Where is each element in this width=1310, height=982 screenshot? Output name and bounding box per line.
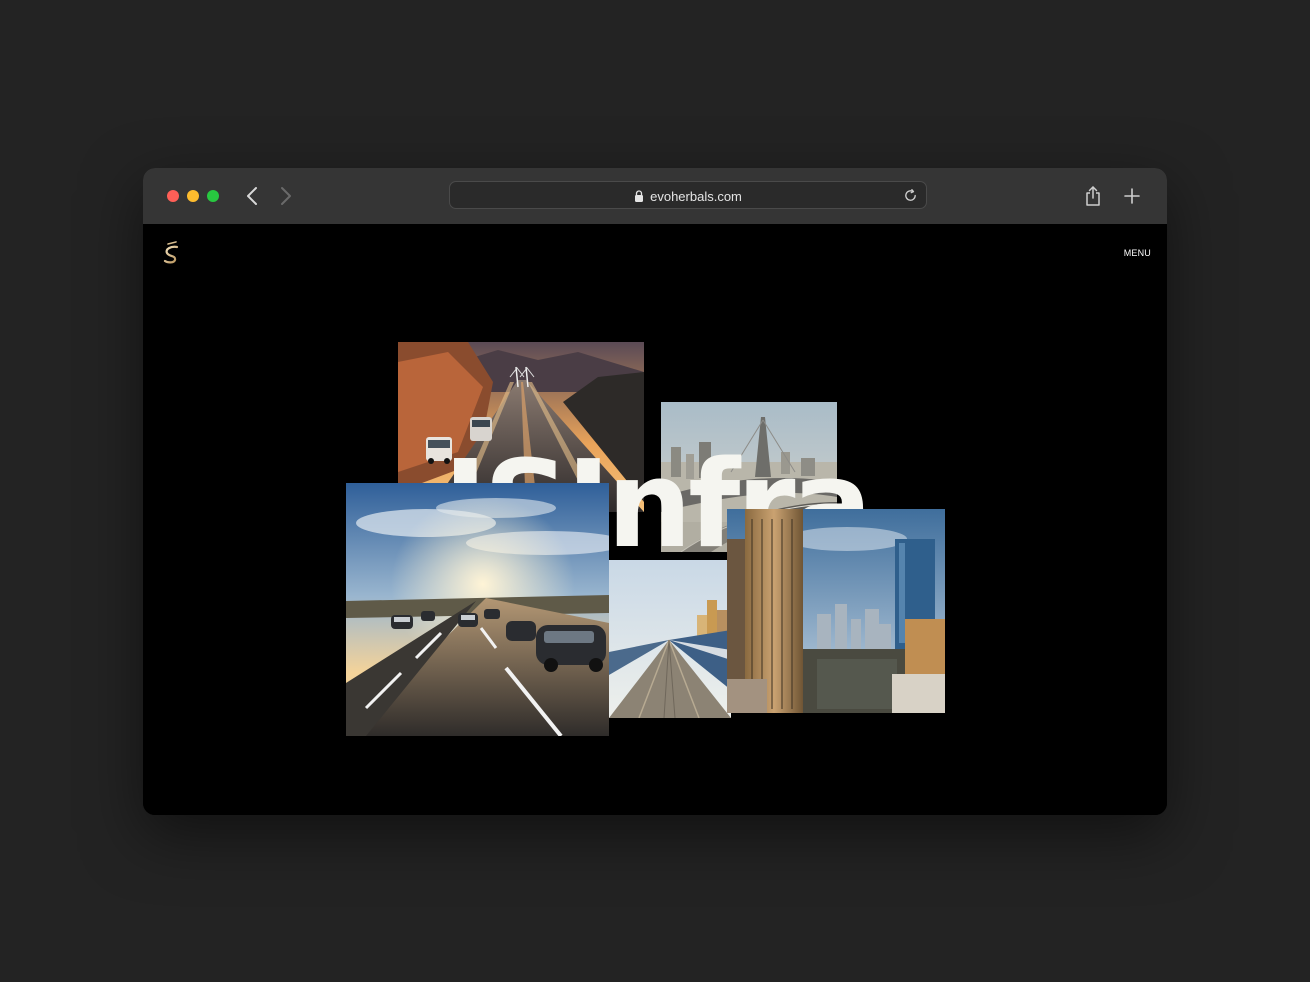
reload-icon[interactable] [903, 188, 918, 203]
city-skyscrapers-photo [727, 509, 945, 713]
browser-window: evoherbals.com MENU JSInfra [143, 168, 1167, 815]
chevron-left-icon[interactable] [241, 184, 265, 208]
minimize-window-button[interactable] [187, 190, 199, 202]
menu-button[interactable]: MENU [1124, 248, 1151, 258]
web-page: MENU JSInfra [143, 224, 1167, 815]
close-window-button[interactable] [167, 190, 179, 202]
chevron-right-icon[interactable] [273, 184, 297, 208]
address-bar[interactable]: evoherbals.com [449, 181, 927, 209]
plus-icon[interactable] [1123, 187, 1141, 205]
url-text: evoherbals.com [650, 188, 742, 204]
share-icon[interactable] [1083, 185, 1103, 207]
highway-traffic-sunset-photo [346, 483, 609, 736]
train-platform-photo [609, 560, 731, 718]
lock-icon [635, 190, 644, 202]
browser-toolbar: evoherbals.com [143, 168, 1167, 224]
zoom-window-button[interactable] [207, 190, 219, 202]
brand-logo-icon[interactable] [159, 238, 183, 266]
